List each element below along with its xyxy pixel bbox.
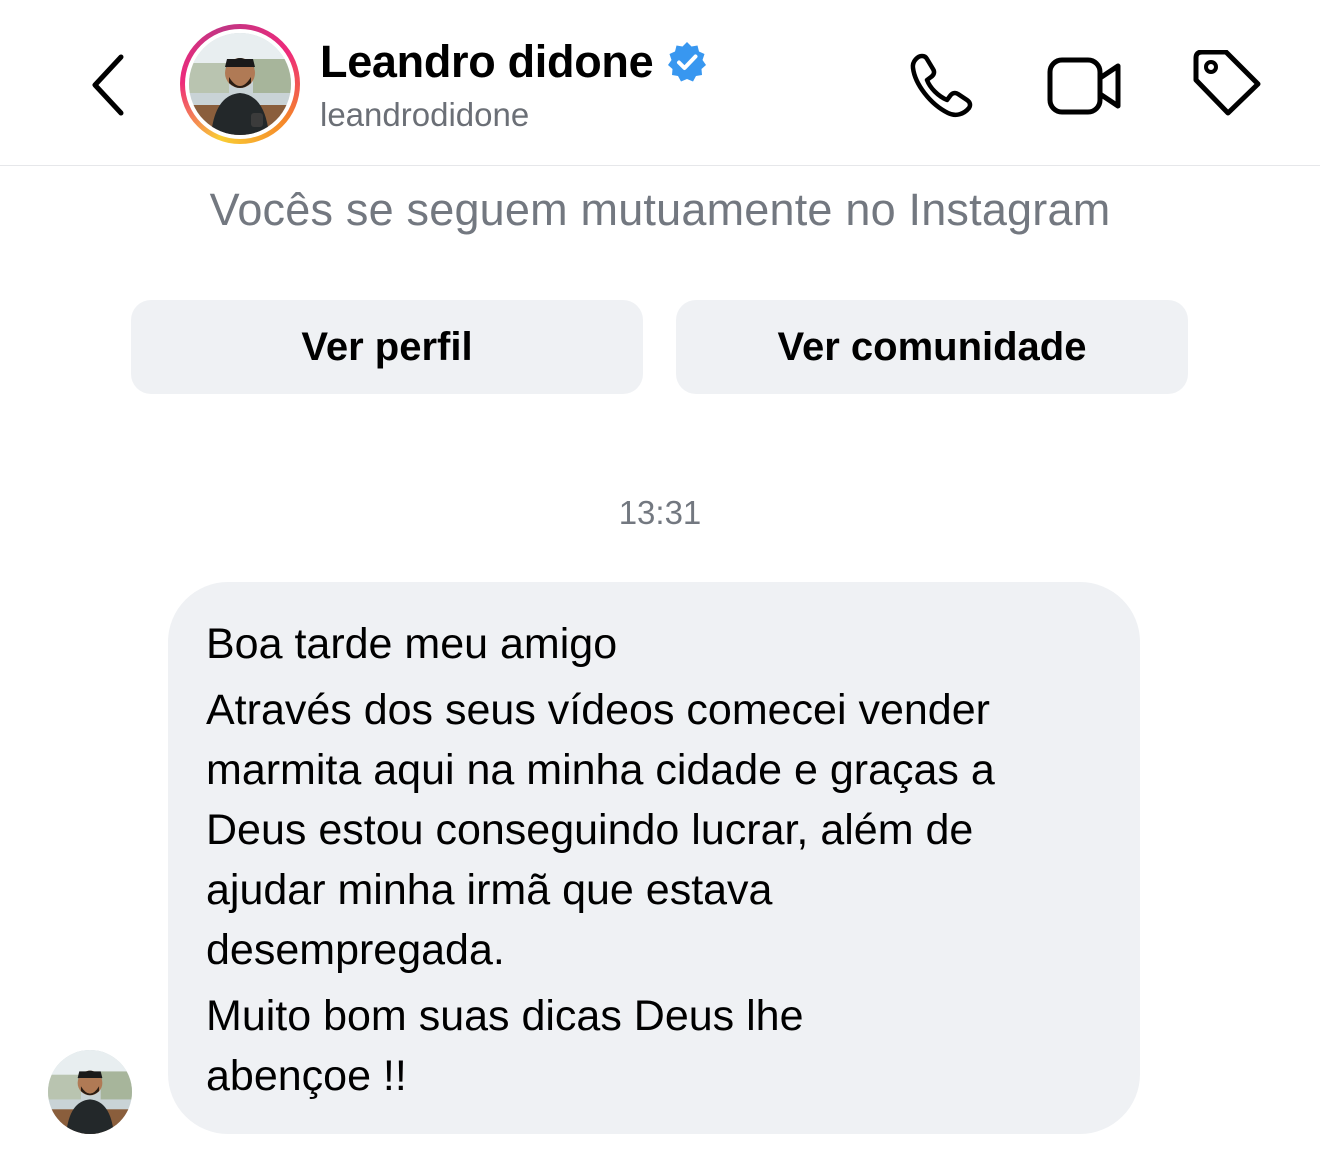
view-profile-button[interactable]: Ver perfil bbox=[131, 300, 643, 394]
video-call-button[interactable] bbox=[1045, 48, 1125, 124]
incoming-message-bubble[interactable]: Boa tarde meu amigo Através dos seus víd… bbox=[168, 582, 1140, 1134]
contact-username: leandrodidone bbox=[320, 96, 530, 133]
back-button[interactable] bbox=[82, 50, 132, 120]
chevron-left-icon bbox=[92, 54, 124, 116]
view-community-button[interactable]: Ver comunidade bbox=[676, 300, 1188, 394]
contact-display-name[interactable]: Leandro didone bbox=[320, 36, 654, 88]
message-line: Através dos seus vídeos comecei vender bbox=[206, 686, 990, 734]
tag-icon bbox=[1193, 50, 1261, 116]
chat-header: Leandro didone leandrodidone bbox=[0, 0, 1320, 166]
sender-avatar[interactable] bbox=[48, 1050, 132, 1134]
message-line: Deus estou conseguindo lucrar, além de bbox=[206, 806, 974, 854]
profile-avatar-story-ring[interactable] bbox=[180, 24, 300, 144]
message-line: Boa tarde meu amigo bbox=[206, 620, 618, 668]
message-line: Muito bom suas dicas Deus lhe bbox=[206, 992, 804, 1040]
video-camera-icon bbox=[1047, 57, 1121, 115]
message-line: abençoe !! bbox=[206, 1052, 407, 1100]
message-line: ajudar minha irmã que estava bbox=[206, 866, 773, 914]
message-timestamp: 13:31 bbox=[618, 494, 702, 531]
avatar bbox=[189, 33, 291, 135]
phone-icon bbox=[910, 53, 973, 118]
message-line: marmita aqui na minha cidade e graças a bbox=[206, 746, 995, 794]
message-line: desempregada. bbox=[206, 926, 505, 974]
audio-call-button[interactable] bbox=[902, 48, 982, 124]
verified-badge-icon bbox=[665, 40, 709, 84]
mutual-follow-notice: Vocês se seguem mutuamente no Instagram bbox=[209, 184, 1111, 235]
label-button[interactable] bbox=[1186, 48, 1266, 124]
